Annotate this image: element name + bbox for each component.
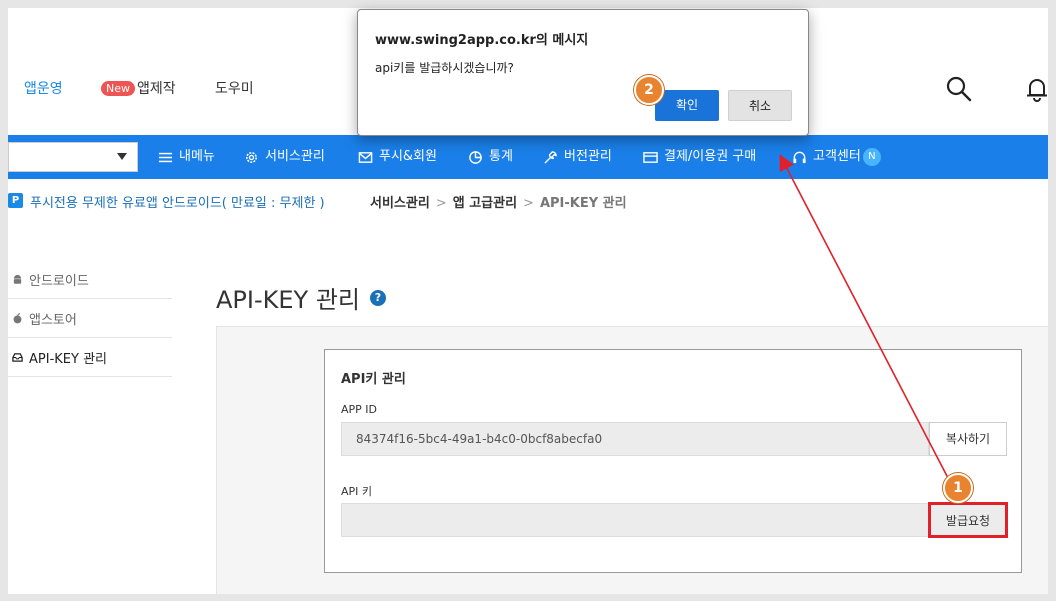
menu-item-label: 서비스관리 (265, 149, 325, 164)
main-menubar: 내메뉴 서비스관리 푸시&회원 통계 버전관리 결제/이용권 구매 고객센터 N (8, 135, 1048, 179)
breadcrumb-item[interactable]: 앱 고급관리 (453, 196, 517, 211)
sidebar-item-android[interactable]: 안드로이드 (8, 260, 172, 299)
mail-icon (358, 151, 373, 163)
step-marker-2: 2 (634, 75, 664, 105)
nav-app-build-label: 앱제작 (137, 81, 176, 97)
ok-button[interactable]: 확인 (655, 90, 719, 121)
android-icon (13, 274, 22, 284)
push-app-badge: P (8, 193, 23, 208)
new-badge: New (101, 81, 135, 96)
menu-item-label: 내메뉴 (179, 149, 215, 164)
panel-title: API키 관리 (341, 372, 406, 387)
page-title: API-KEY 관리 ? (216, 280, 386, 315)
menu-item-label: 버전관리 (564, 149, 612, 164)
menu-item-label: 통계 (489, 149, 513, 164)
breadcrumb-separator: > (523, 196, 534, 211)
copy-button[interactable]: 복사하기 (929, 422, 1007, 456)
step-marker-1: 1 (943, 473, 973, 503)
app-id-field[interactable]: 84374f16-5bc4-49a1-b4c0-0bcf8abecfa0 (341, 422, 929, 456)
api-key-label: API 키 (341, 485, 373, 498)
hamburger-icon (158, 152, 173, 162)
card-icon (643, 151, 658, 163)
breadcrumb-current: API-KEY 관리 (539, 196, 627, 211)
cancel-button[interactable]: 취소 (728, 90, 792, 121)
nav-help[interactable]: 도우미 (215, 78, 254, 98)
sidebar-item-label: API-KEY 관리 (29, 351, 107, 367)
sidebar-item-label: 안드로이드 (29, 273, 89, 289)
inbox-icon (12, 352, 23, 362)
sidebar-item-appstore[interactable]: 앱스토어 (8, 299, 172, 338)
help-icon[interactable]: ? (369, 289, 386, 306)
menu-item-label: 푸시&회원 (379, 149, 437, 164)
menu-item-my-menu[interactable]: 내메뉴 (158, 135, 215, 179)
sidebar: 안드로이드 앱스토어 API-KEY 관리 (8, 260, 172, 377)
page-title-text: API-KEY 관리 (216, 286, 360, 314)
search-icon[interactable] (946, 76, 972, 102)
pie-chart-icon (469, 150, 482, 164)
menu-item-payment[interactable]: 결제/이용권 구매 (643, 135, 756, 179)
app-select[interactable] (8, 142, 138, 172)
notification-badge: N (862, 148, 881, 166)
api-key-panel: API키 관리 APP ID 84374f16-5bc4-49a1-b4c0-0… (324, 349, 1022, 573)
confirm-dialog: www.swing2app.co.kr의 메시지 api키를 발급하시겠습니까?… (357, 9, 809, 136)
issue-request-button[interactable]: 발급요청 (929, 503, 1007, 537)
dialog-title: www.swing2app.co.kr의 메시지 (375, 33, 589, 48)
chevron-down-icon (117, 153, 127, 160)
breadcrumb-item[interactable]: 서비스관리 (370, 196, 430, 211)
wrench-icon (544, 150, 557, 164)
breadcrumb: 서비스관리 > 앱 고급관리 > API-KEY 관리 (370, 192, 627, 211)
gear-icon (246, 151, 257, 163)
breadcrumb-separator: > (435, 196, 447, 211)
apple-icon (13, 312, 22, 323)
menu-item-label: 고객센터 (813, 149, 861, 164)
bell-icon[interactable] (1024, 76, 1048, 102)
breadcrumb-row: P 푸시전용 무제한 유료앱 안드로이드( 만료일 : 무제한 ) 서비스관리 >… (8, 188, 1048, 214)
sidebar-item-label: 앱스토어 (29, 312, 77, 328)
app-id-label: APP ID (341, 403, 378, 416)
content-area: API키 관리 APP ID 84374f16-5bc4-49a1-b4c0-0… (216, 326, 1048, 594)
current-app-name[interactable]: 푸시전용 무제한 유료앱 안드로이드( 만료일 : 무제한 ) (30, 192, 325, 211)
menu-item-service[interactable]: 서비스관리 (244, 135, 325, 179)
api-key-field[interactable] (341, 503, 929, 537)
menu-item-stats[interactable]: 통계 (468, 135, 513, 179)
nav-app-build[interactable]: New 앱제작 (101, 78, 176, 98)
menu-item-support[interactable]: 고객센터 N (792, 135, 881, 179)
dialog-message: api키를 발급하시겠습니까? (375, 61, 514, 75)
sidebar-item-api-key[interactable]: API-KEY 관리 (8, 338, 172, 377)
headset-icon (793, 151, 806, 163)
menu-item-version[interactable]: 버전관리 (543, 135, 612, 179)
menu-item-label: 결제/이용권 구매 (664, 149, 757, 164)
menu-item-push-members[interactable]: 푸시&회원 (358, 135, 437, 179)
nav-app-operation[interactable]: 앱운영 (24, 78, 63, 98)
